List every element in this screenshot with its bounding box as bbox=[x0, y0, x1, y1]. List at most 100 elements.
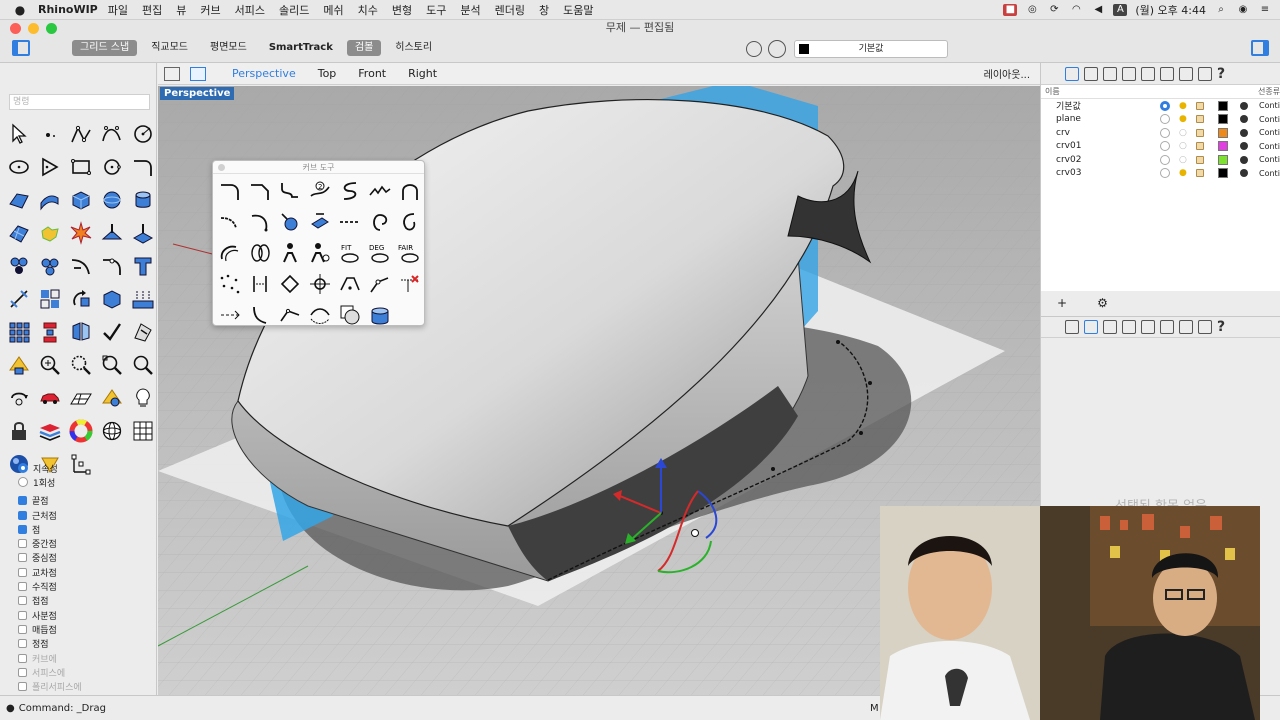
menu-edit[interactable]: 편집 bbox=[142, 2, 162, 18]
sync-icon[interactable]: ⟳ bbox=[1047, 4, 1061, 16]
light-bulb-icon[interactable]: ● bbox=[1179, 101, 1187, 111]
app-name[interactable]: RhinoWIP bbox=[38, 3, 98, 16]
fair-curve-icon[interactable]: FAIR bbox=[395, 239, 425, 267]
viewport-name-label[interactable]: Perspective bbox=[160, 87, 235, 100]
curve-seam-icon[interactable] bbox=[245, 239, 275, 267]
select-arrow-icon[interactable] bbox=[4, 119, 34, 149]
curve-control-points-icon[interactable] bbox=[97, 119, 127, 149]
connect-curves-icon[interactable] bbox=[275, 208, 305, 236]
layer-color-swatch[interactable] bbox=[1218, 127, 1228, 138]
display-tab-icon[interactable] bbox=[1122, 66, 1136, 81]
zoom-selected-icon[interactable] bbox=[97, 350, 127, 380]
input-source-indicator[interactable]: A bbox=[1113, 4, 1128, 16]
help-icon[interactable]: ? bbox=[1217, 67, 1231, 81]
zoom-extents-icon[interactable] bbox=[66, 350, 96, 380]
light-bulb-icon[interactable]: ○ bbox=[1179, 128, 1187, 138]
split-icon[interactable] bbox=[97, 218, 127, 248]
layer-color-swatch[interactable] bbox=[1218, 154, 1228, 165]
render-car-icon[interactable] bbox=[35, 383, 65, 413]
material-icon[interactable] bbox=[1240, 142, 1248, 151]
ellipse-icon[interactable] bbox=[4, 152, 34, 182]
group-icon[interactable] bbox=[4, 251, 34, 281]
layout-grid-icon[interactable] bbox=[35, 284, 65, 314]
current-layer-radio[interactable] bbox=[1160, 141, 1170, 152]
menu-analyze[interactable]: 분석 bbox=[460, 2, 480, 18]
current-layer-radio[interactable] bbox=[1160, 127, 1170, 138]
environment-icon[interactable] bbox=[97, 383, 127, 413]
grid-snap-toggle[interactable]: 그리드 스냅 bbox=[72, 40, 138, 56]
single-viewport-icon[interactable] bbox=[190, 66, 206, 81]
wireframe-sphere-icon[interactable] bbox=[97, 416, 127, 446]
record-history-icon[interactable] bbox=[768, 40, 786, 58]
tab-front[interactable]: Front bbox=[358, 67, 386, 80]
polyline-icon[interactable] bbox=[66, 119, 96, 149]
tab-perspective[interactable]: Perspective bbox=[232, 67, 296, 80]
lock-icon[interactable] bbox=[1196, 155, 1204, 164]
menu-curve[interactable]: 커브 bbox=[200, 2, 220, 18]
object-tab-icon[interactable] bbox=[1103, 320, 1117, 334]
dashed-extend-icon[interactable] bbox=[335, 208, 365, 236]
arc-blend-icon[interactable] bbox=[395, 177, 425, 205]
trim-icon[interactable] bbox=[66, 251, 96, 281]
rotate-icon[interactable] bbox=[66, 284, 96, 314]
layer-row[interactable]: crv02 ○ Conti bbox=[1041, 153, 1280, 167]
material-icon[interactable] bbox=[1240, 101, 1248, 110]
wifi-icon[interactable]: ◠ bbox=[1069, 4, 1083, 16]
layers-tab-icon[interactable] bbox=[1065, 66, 1079, 81]
join-icon[interactable] bbox=[97, 251, 127, 281]
curve-through-points-icon[interactable] bbox=[215, 301, 245, 329]
text-object-icon[interactable] bbox=[128, 251, 158, 281]
grid-array-icon[interactable] bbox=[4, 317, 34, 347]
render-tab-icon[interactable] bbox=[1141, 66, 1155, 81]
move-uvn-icon[interactable] bbox=[365, 270, 395, 298]
lock-icon[interactable] bbox=[1196, 128, 1204, 137]
dimension-icon[interactable] bbox=[4, 284, 34, 314]
circle-tangent-icon[interactable] bbox=[97, 152, 127, 182]
box-icon[interactable] bbox=[66, 185, 96, 215]
material-icon[interactable] bbox=[1240, 115, 1248, 124]
layer-row[interactable]: crv01 ○ Conti bbox=[1041, 140, 1280, 154]
analyze-direction-icon[interactable] bbox=[128, 317, 158, 347]
palette-titlebar[interactable]: 커브 도구 bbox=[213, 161, 424, 174]
fit-curve-icon[interactable]: FIT bbox=[335, 239, 365, 267]
snap-mid[interactable]: 중간점 bbox=[18, 536, 156, 550]
layer-settings-gear-icon[interactable]: ⚙ bbox=[1097, 296, 1108, 310]
snap-perpendicular[interactable]: 수직점 bbox=[18, 579, 156, 593]
snap-near[interactable]: 근처점 bbox=[18, 508, 156, 522]
notification-center-icon[interactable]: ≡ bbox=[1258, 4, 1272, 16]
command-search-input[interactable]: 명령 bbox=[9, 94, 150, 110]
zoom-icon[interactable] bbox=[128, 350, 158, 380]
circle-center-icon[interactable] bbox=[128, 119, 158, 149]
insert-knot-icon[interactable] bbox=[245, 270, 275, 298]
current-layer-radio[interactable] bbox=[1160, 168, 1170, 179]
curve-from-object-icon[interactable] bbox=[305, 208, 335, 236]
sphere-icon[interactable] bbox=[97, 185, 127, 215]
fillet-curve-icon[interactable] bbox=[215, 177, 245, 205]
extrude-surface-icon[interactable] bbox=[35, 185, 65, 215]
menu-mesh[interactable]: 메쉬 bbox=[323, 2, 343, 18]
control-points-on-icon[interactable] bbox=[215, 270, 245, 298]
lock-icon[interactable] bbox=[1196, 142, 1204, 151]
volume-icon[interactable]: ◀ bbox=[1091, 4, 1105, 16]
menu-solid[interactable]: 솔리드 bbox=[279, 2, 309, 18]
gumball-toggle[interactable]: 검볼 bbox=[346, 40, 382, 56]
menu-help[interactable]: 도움말 bbox=[563, 2, 593, 18]
linetype-header[interactable]: 선종류 bbox=[1258, 86, 1280, 97]
clock[interactable]: (월) 오후 4:44 bbox=[1135, 2, 1206, 18]
tab-top[interactable]: Top bbox=[318, 67, 337, 80]
osnap-filter-icon[interactable] bbox=[746, 41, 762, 57]
right-sidebar-toggle-icon[interactable] bbox=[1251, 40, 1269, 56]
snap-point[interactable]: 점 bbox=[18, 522, 156, 536]
layout-menu-button[interactable]: 레이아웃... bbox=[984, 66, 1030, 81]
help-icon[interactable]: ? bbox=[1217, 320, 1231, 334]
layer-row[interactable]: crv ○ Conti bbox=[1041, 126, 1280, 140]
layer-name-header[interactable]: 이름 bbox=[1045, 86, 1255, 97]
fillet-curves-icon[interactable] bbox=[128, 152, 158, 182]
sweep-curve-icon[interactable] bbox=[215, 239, 245, 267]
soft-edit-icon[interactable] bbox=[305, 239, 335, 267]
layer-color-swatch[interactable] bbox=[1218, 100, 1228, 111]
rectangle-icon[interactable] bbox=[66, 152, 96, 182]
properties-tab-icon[interactable] bbox=[1084, 320, 1098, 334]
refit-polyline-icon[interactable] bbox=[275, 301, 305, 329]
light-bulb-icon[interactable]: ● bbox=[1179, 114, 1187, 124]
